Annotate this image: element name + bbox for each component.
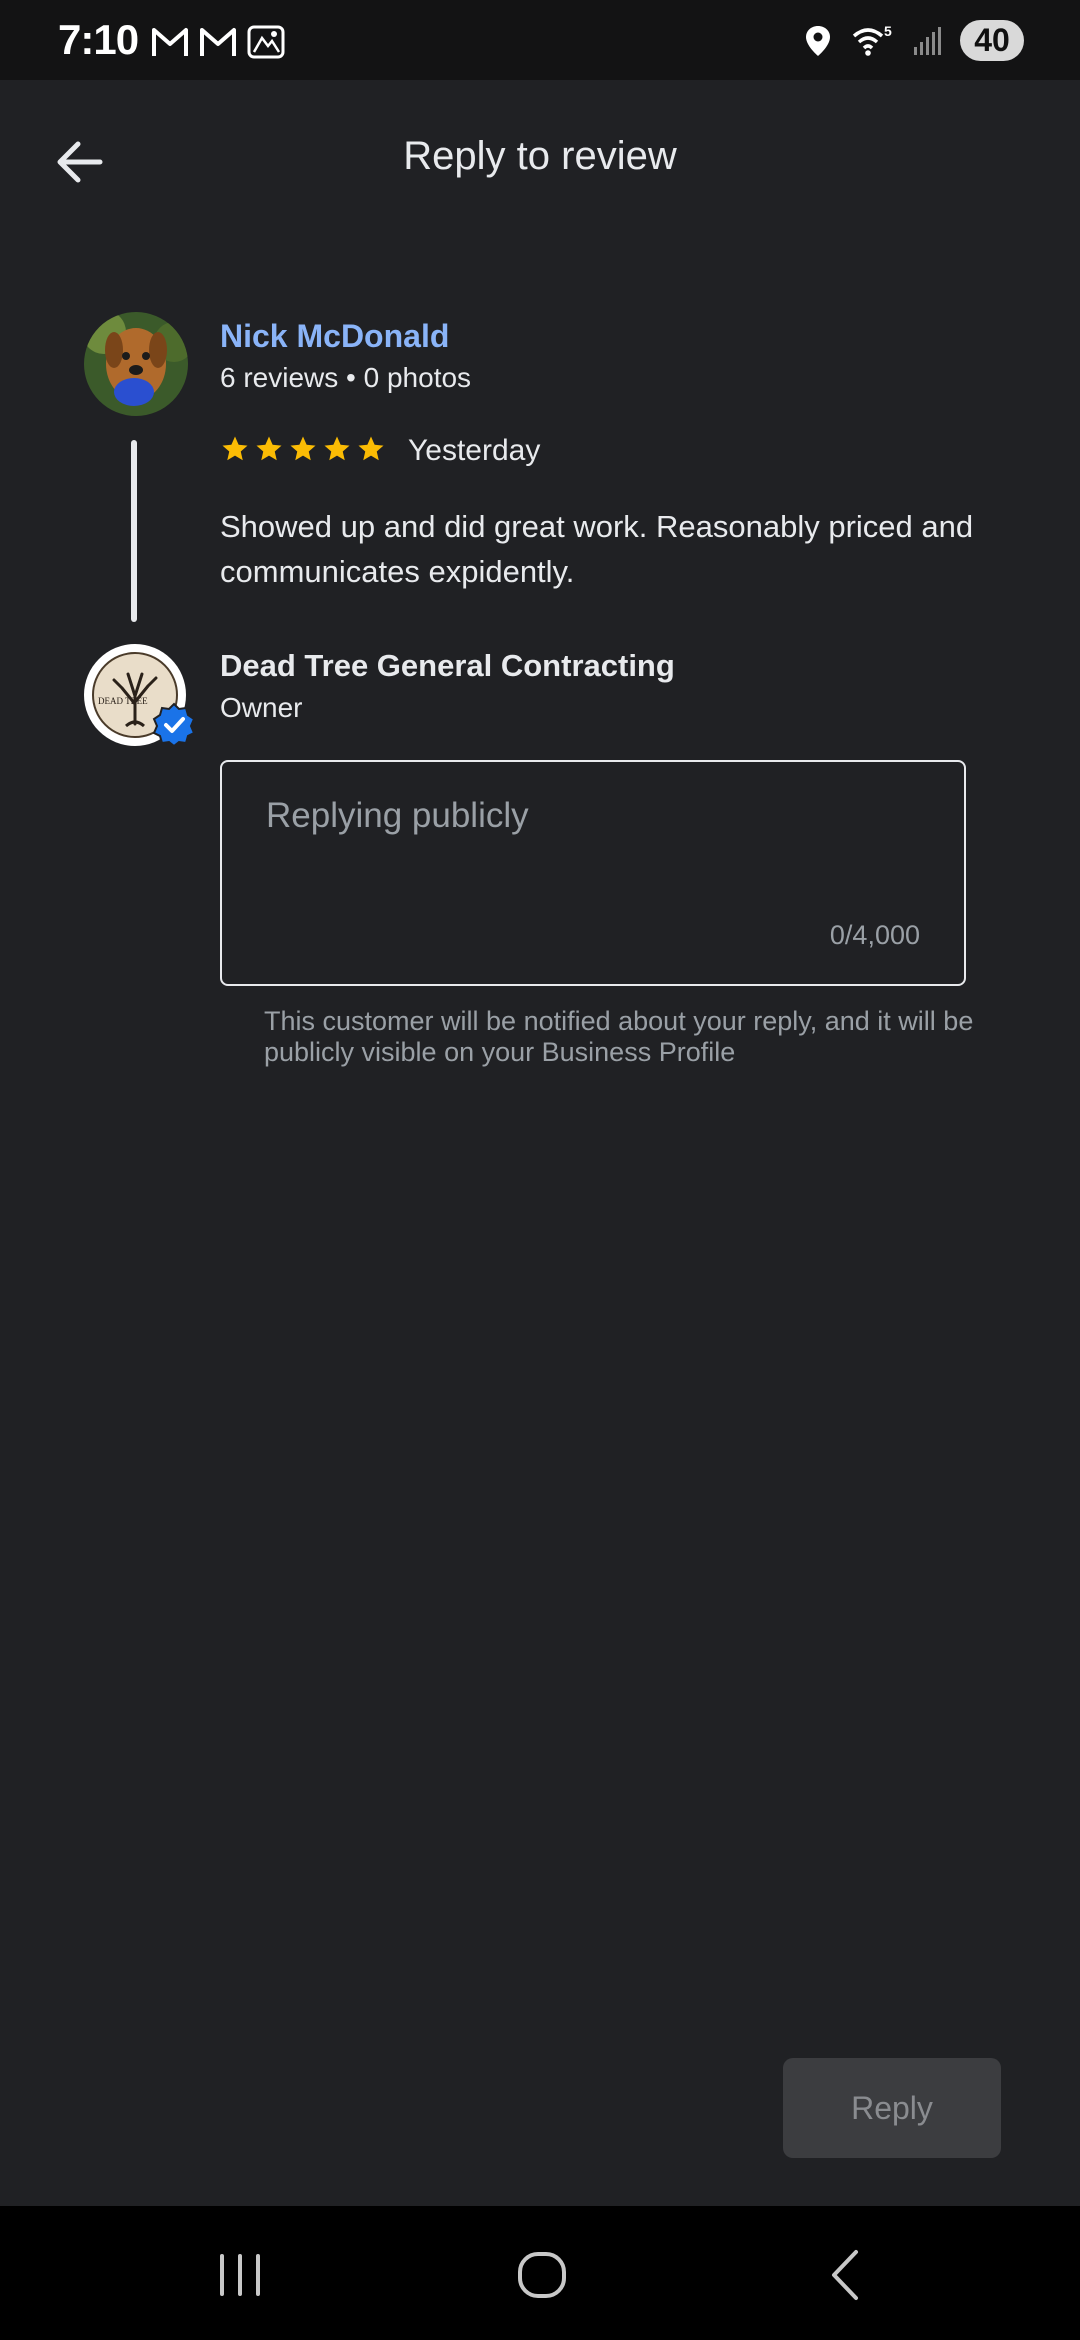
reviewer-meta: 6 reviews • 0 photos [220,362,472,393]
character-counter: 0/4,000 [829,920,920,950]
notification-icons [150,24,286,60]
star-icon [290,436,316,461]
star-icon [256,436,282,461]
app-bar: Reply to review [0,80,1080,240]
status-bar: 7:10 5 40 [0,0,1080,80]
reviewer-name[interactable]: Nick McDonald [220,318,449,355]
thread-connector [131,440,137,622]
status-time: 7:10 [58,16,139,63]
image-notification-icon [247,25,285,59]
gmail-icon [200,28,236,56]
reviewer-avatar[interactable] [84,312,188,416]
star-rating [220,434,386,464]
reply-placeholder: Replying publicly [266,796,529,835]
star-icon [358,436,384,461]
star-icon [222,436,248,461]
location-icon [806,25,830,56]
status-right-icons: 5 40 [804,20,1024,61]
owner-role: Owner [220,692,303,723]
recent-apps-icon[interactable] [210,2244,270,2304]
verified-badge-icon [152,702,196,746]
owner-logo-text: DEAD TREE [98,696,148,706]
wifi-icon: 5 [852,24,892,56]
review-text: Showed up and did great work. Reasonably… [220,509,974,589]
signal-icon [914,26,941,55]
gmail-icon [152,28,188,56]
reply-notice: This customer will be notified about you… [264,1006,974,1067]
battery-indicator: 40 [960,20,1024,61]
star-icon [324,436,350,461]
home-icon[interactable] [512,2244,572,2304]
reply-button[interactable]: Reply [783,2058,1001,2158]
owner-name: Dead Tree General Contracting [220,648,675,683]
system-nav-bar [0,2206,1080,2340]
reply-input[interactable]: Replying publicly 0/4,000 [220,760,966,986]
wifi-label: 5 [884,24,892,39]
page-title: Reply to review [403,134,677,178]
review-date: Yesterday [408,434,541,467]
back-nav-icon[interactable] [816,2244,876,2304]
